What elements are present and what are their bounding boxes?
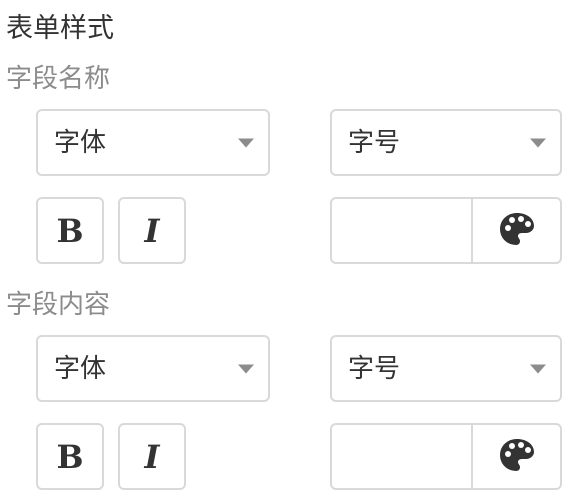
field-name-color-group xyxy=(330,197,562,264)
page-title: 表单样式 xyxy=(6,13,114,44)
palette-icon xyxy=(499,211,535,251)
font-select-value: 字体 xyxy=(54,353,107,384)
field-name-font-select[interactable]: 字体 xyxy=(36,109,270,176)
field-content-bold-button[interactable]: B xyxy=(36,423,104,490)
field-content-color-picker-button[interactable] xyxy=(471,425,560,488)
section-label-field-content: 字段内容 xyxy=(6,290,111,320)
field-name-color-picker-button[interactable] xyxy=(471,199,560,262)
caret-down-icon xyxy=(238,364,254,373)
field-name-bold-button[interactable]: B xyxy=(36,197,104,264)
section-label-field-name: 字段名称 xyxy=(6,64,111,94)
field-content-color-input[interactable] xyxy=(332,425,471,488)
caret-down-icon xyxy=(238,138,254,147)
caret-down-icon xyxy=(530,138,546,147)
size-select-value: 字号 xyxy=(348,127,401,158)
font-select-value: 字体 xyxy=(54,127,107,158)
field-content-color-group xyxy=(330,423,562,490)
caret-down-icon xyxy=(530,364,546,373)
field-content-italic-button[interactable]: I xyxy=(118,423,186,490)
field-content-size-select[interactable]: 字号 xyxy=(330,335,562,402)
field-name-color-input[interactable] xyxy=(332,199,471,262)
field-content-font-select[interactable]: 字体 xyxy=(36,335,270,402)
palette-icon xyxy=(499,437,535,477)
field-name-italic-button[interactable]: I xyxy=(118,197,186,264)
size-select-value: 字号 xyxy=(348,353,401,384)
field-name-size-select[interactable]: 字号 xyxy=(330,109,562,176)
